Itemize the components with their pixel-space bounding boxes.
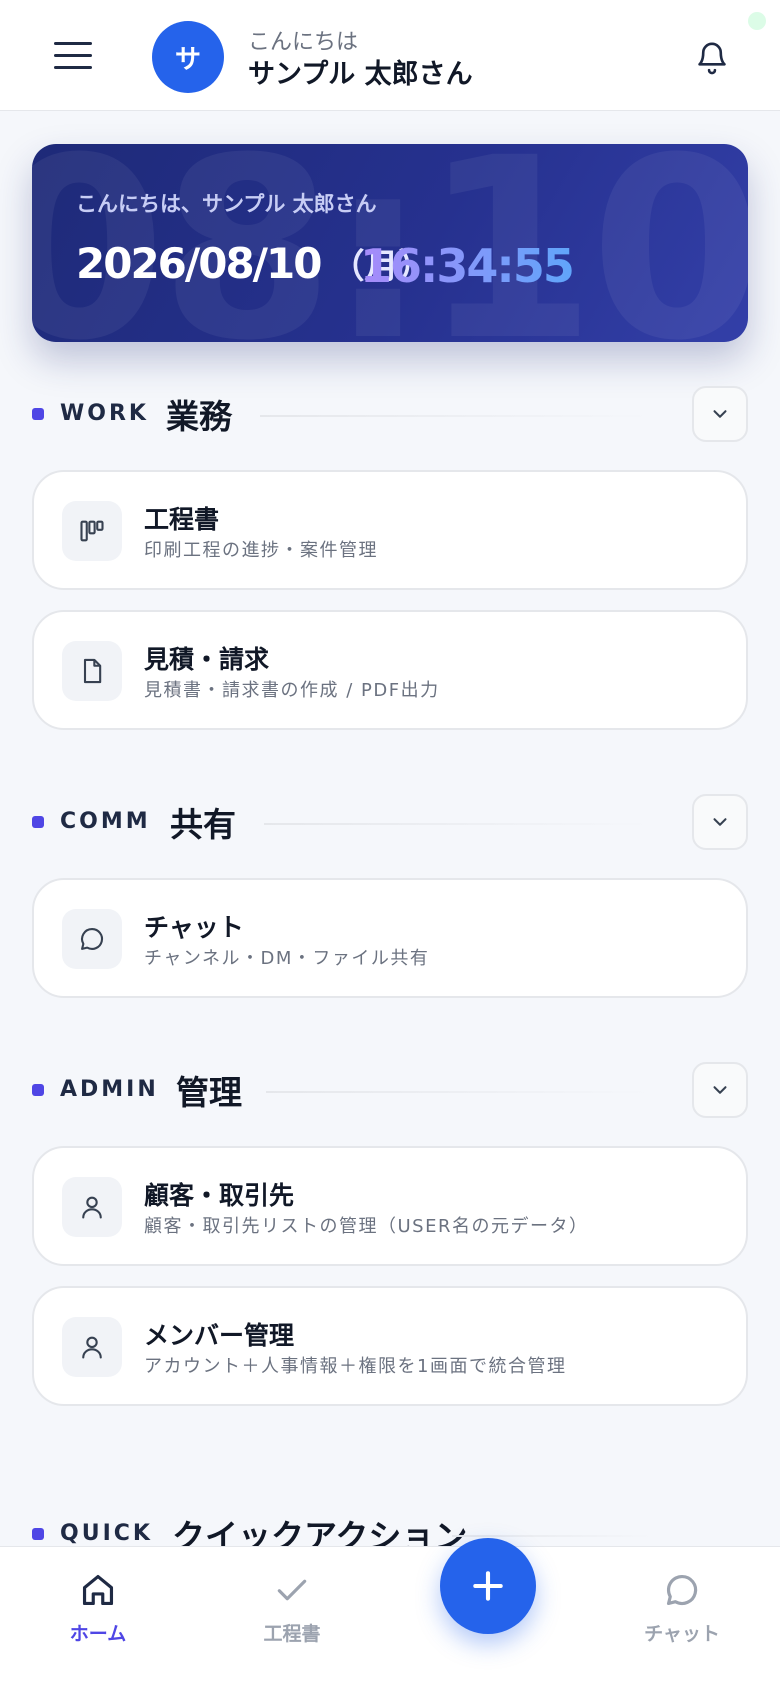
card-title: チャット xyxy=(144,913,244,942)
section-divider xyxy=(452,1535,652,1537)
card-subtitle: チャンネル・DM・ファイル共有 xyxy=(144,948,430,969)
section-en-label: WORK xyxy=(60,401,149,426)
section-jp-label: 共有 xyxy=(170,805,236,844)
section-dot xyxy=(32,408,44,420)
person-icon xyxy=(62,1177,122,1237)
hero-date-value: 2026/08/10 xyxy=(76,239,322,288)
card-member-management[interactable]: メンバー管理 アカウント＋人事情報＋権限を1画面で統合管理 xyxy=(32,1286,748,1406)
home-icon xyxy=(82,1574,114,1606)
person-icon xyxy=(62,1317,122,1377)
section-en-label: ADMIN xyxy=(60,1077,159,1102)
section-dot xyxy=(32,816,44,828)
chat-icon xyxy=(666,1574,698,1606)
document-icon xyxy=(62,641,122,701)
card-title: 工程書 xyxy=(144,505,220,534)
section-en-label: QUICK xyxy=(60,1521,153,1546)
hero-time: 16:34:55 xyxy=(360,239,575,293)
nav-home[interactable]: ホーム xyxy=(38,1571,158,1661)
section-comm-collapse-button[interactable] xyxy=(692,794,748,850)
section-work-header: WORK 業務 xyxy=(32,386,748,442)
kanban-icon xyxy=(62,501,122,561)
section-comm-header: COMM 共有 xyxy=(32,794,748,850)
chat-icon xyxy=(62,909,122,969)
hero-greeting: こんにちは、サンプル 太郎さん xyxy=(76,192,377,216)
section-work-collapse-button[interactable] xyxy=(692,386,748,442)
add-button[interactable] xyxy=(440,1538,536,1634)
check-icon xyxy=(277,1579,307,1601)
card-title: 見積・請求 xyxy=(144,645,270,674)
nav-process-label: 工程書 xyxy=(263,1623,321,1645)
user-name: サンプル 太郎さん xyxy=(248,59,473,90)
nav-chat-label: チャット xyxy=(644,1623,720,1645)
section-divider xyxy=(266,1091,650,1093)
card-subtitle: 顧客・取引先リストの管理（USER名の元データ） xyxy=(144,1216,589,1237)
section-jp-label: 業務 xyxy=(166,397,232,436)
card-subtitle: 見積書・請求書の作成 / PDF出力 xyxy=(144,680,440,701)
card-customers[interactable]: 顧客・取引先 顧客・取引先リストの管理（USER名の元データ） xyxy=(32,1146,748,1266)
chevron-down-icon xyxy=(713,1086,727,1094)
plus-icon xyxy=(473,1571,503,1601)
card-subtitle: 印刷工程の進捗・案件管理 xyxy=(144,540,378,561)
nav-process-sheet[interactable]: 工程書 xyxy=(232,1571,352,1661)
section-dot xyxy=(32,1528,44,1540)
card-title: 顧客・取引先 xyxy=(144,1181,295,1210)
section-en-label: COMM xyxy=(60,809,151,834)
section-dot xyxy=(32,1084,44,1096)
section-admin-header: ADMIN 管理 xyxy=(32,1062,748,1118)
nav-chat[interactable]: チャット xyxy=(622,1571,742,1661)
nav-home-label: ホーム xyxy=(69,1623,127,1645)
card-subtitle: アカウント＋人事情報＋権限を1画面で統合管理 xyxy=(144,1356,567,1377)
chevron-down-icon xyxy=(713,818,727,826)
app-header: サ こんにちは サンプル 太郎さん xyxy=(0,0,780,111)
menu-icon[interactable] xyxy=(54,40,92,70)
hero-clock-banner: 08:10 こんにちは、サンプル 太郎さん 2026/08/10（月） 16:3… xyxy=(32,144,748,342)
section-divider xyxy=(260,415,650,417)
section-jp-label: 管理 xyxy=(176,1073,242,1112)
card-title: メンバー管理 xyxy=(144,1321,295,1350)
card-process-sheet[interactable]: 工程書 印刷工程の進捗・案件管理 xyxy=(32,470,748,590)
card-chat[interactable]: チャット チャンネル・DM・ファイル共有 xyxy=(32,878,748,998)
section-divider xyxy=(264,823,650,825)
card-estimate-invoice[interactable]: 見積・請求 見積書・請求書の作成 / PDF出力 xyxy=(32,610,748,730)
notification-bell-icon[interactable] xyxy=(694,38,730,76)
bottom-navigation: ホーム 工程書 チャット xyxy=(0,1546,780,1688)
chevron-down-icon xyxy=(713,410,727,418)
section-admin-collapse-button[interactable] xyxy=(692,1062,748,1118)
online-status-dot xyxy=(748,12,766,30)
avatar[interactable]: サ xyxy=(152,21,224,93)
